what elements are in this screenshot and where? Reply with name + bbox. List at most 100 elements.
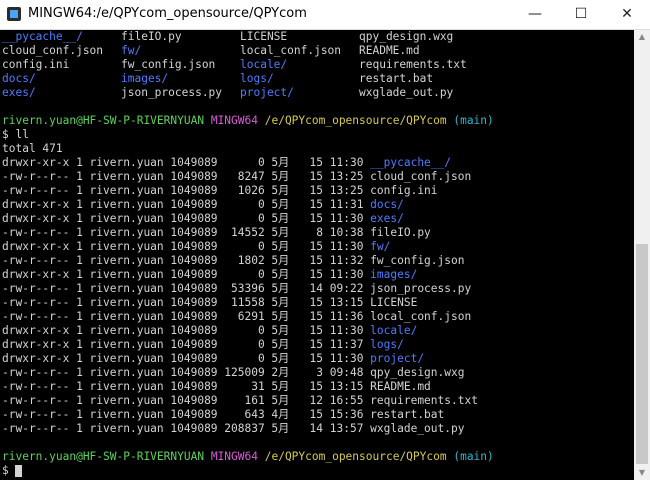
listing-metadata: -rw-r--r-- 1 rivern.yuan 1049089 8247 5月… (2, 170, 371, 183)
file-name: requirements.txt (370, 394, 478, 407)
listing-metadata: drwxr-xr-x 1 rivern.yuan 1049089 0 5月 15… (2, 352, 371, 365)
listing-metadata: drwxr-xr-x 1 rivern.yuan 1049089 0 5月 15… (2, 240, 371, 253)
prompt-user-host: rivern.yuan@HF-SW-P-RIVERNYUAN (2, 114, 205, 127)
listing-metadata: drwxr-xr-x 1 rivern.yuan 1049089 0 5月 15… (2, 198, 371, 211)
listing-row: drwxr-xr-x 1 rivern.yuan 1049089 0 5月 15… (0, 352, 634, 366)
listing-metadata: -rw-r--r-- 1 rivern.yuan 1049089 14552 5… (2, 226, 371, 239)
listing-row: drwxr-xr-x 1 rivern.yuan 1049089 0 5月 15… (0, 240, 634, 254)
listing-row: drwxr-xr-x 1 rivern.yuan 1049089 0 5月 15… (0, 156, 634, 170)
ls-grid-output: __pycache__/ fileIO.py LICENSE qpy_design.w… (0, 30, 634, 100)
listing-metadata: drwxr-xr-x 1 rivern.yuan 1049089 0 5月 15… (2, 212, 371, 225)
prompt-shell: MINGW64 (210, 450, 258, 463)
minimize-button[interactable]: — (512, 0, 558, 29)
directory-name: project/ (370, 352, 425, 365)
listing-row: -rw-r--r-- 1 rivern.yuan 1049089 161 5月 … (0, 394, 634, 408)
directory-name: __pycache__/ (370, 156, 451, 169)
file-entry: qpy_design.wxg (359, 30, 454, 43)
directory-name: logs/ (370, 338, 404, 351)
file-name: qpy_design.wxg (370, 366, 465, 379)
prompt-path: /e/QPYcom_opensource/QPYcom (264, 114, 447, 127)
scroll-down-arrow-icon[interactable]: ▼ (634, 466, 650, 480)
file-name: cloud_conf.json (370, 170, 472, 183)
listing-row: -rw-r--r-- 1 rivern.yuan 1049089 31 5月 1… (0, 380, 634, 394)
title-bar[interactable]: MINGW64:/e/QPYcom_opensource/QPYcom — ☐ … (0, 0, 650, 30)
file-name: fileIO.py (370, 226, 431, 239)
listing-row: -rw-r--r-- 1 rivern.yuan 1049089 208837 … (0, 422, 634, 436)
maximize-button[interactable]: ☐ (558, 0, 604, 29)
text-cursor (15, 465, 23, 477)
listing-row: -rw-r--r-- 1 rivern.yuan 1049089 1802 5月… (0, 254, 634, 268)
directory-entry: locale/ (240, 58, 288, 71)
input-prompt: $ (2, 464, 16, 477)
listing-row: -rw-r--r-- 1 rivern.yuan 1049089 125009 … (0, 366, 634, 380)
directory-entry: __pycache__/ (2, 30, 83, 43)
listing-metadata: -rw-r--r-- 1 rivern.yuan 1049089 643 4月 … (2, 408, 371, 421)
directory-entry: logs/ (240, 72, 274, 85)
listing-row: -rw-r--r-- 1 rivern.yuan 1049089 11558 5… (0, 296, 634, 310)
mingw-app-icon (7, 7, 21, 21)
listing-row: drwxr-xr-x 1 rivern.yuan 1049089 0 5月 15… (0, 268, 634, 282)
close-button[interactable]: ✕ (604, 0, 650, 29)
file-entry: fw_config.json (121, 58, 216, 71)
command-line: $ ll (2, 128, 29, 141)
terminal-window: MINGW64:/e/QPYcom_opensource/QPYcom — ☐ … (0, 0, 650, 480)
directory-name: docs/ (370, 198, 404, 211)
prompt-line: rivern.yuan@HF-SW-P-RIVERNYUAN MINGW64 /… (0, 114, 634, 128)
listing-metadata: -rw-r--r-- 1 rivern.yuan 1049089 208837 … (2, 422, 371, 435)
input-line[interactable]: $ (0, 464, 634, 478)
listing-metadata: drwxr-xr-x 1 rivern.yuan 1049089 0 5月 15… (2, 268, 371, 281)
directory-name: exes/ (370, 212, 404, 225)
listing-row: -rw-r--r-- 1 rivern.yuan 1049089 6291 5月… (0, 310, 634, 324)
file-name: wxglade_out.py (370, 422, 465, 435)
file-entry: local_conf.json (240, 44, 342, 57)
listing-row: -rw-r--r-- 1 rivern.yuan 1049089 8247 5月… (0, 170, 634, 184)
prompt-shell: MINGW64 (210, 114, 258, 127)
directory-name: images/ (370, 268, 418, 281)
scroll-up-arrow-icon[interactable]: ▲ (634, 30, 650, 44)
listing-metadata: -rw-r--r-- 1 rivern.yuan 1049089 53396 5… (2, 282, 371, 295)
file-name: README.md (370, 380, 431, 393)
file-name: json_process.py (370, 282, 472, 295)
listing-row: -rw-r--r-- 1 rivern.yuan 1049089 643 4月 … (0, 408, 634, 422)
window-title: MINGW64:/e/QPYcom_opensource/QPYcom (28, 6, 307, 21)
listing-metadata: -rw-r--r-- 1 rivern.yuan 1049089 31 5月 1… (2, 380, 371, 393)
prompt-branch: (main) (453, 450, 494, 463)
prompt-path: /e/QPYcom_opensource/QPYcom (264, 450, 447, 463)
listing-row: drwxr-xr-x 1 rivern.yuan 1049089 0 5月 15… (0, 212, 634, 226)
file-entry: requirements.txt (359, 58, 467, 71)
file-name: restart.bat (370, 408, 445, 421)
grid-row: cloud_conf.json fw/local_conf.json README.… (0, 44, 634, 58)
terminal-output[interactable]: __pycache__/ fileIO.py LICENSE qpy_design.w… (0, 30, 634, 480)
file-entry: restart.bat (359, 72, 434, 85)
listing-metadata: -rw-r--r-- 1 rivern.yuan 1049089 6291 5月… (2, 310, 371, 323)
listing-row: -rw-r--r-- 1 rivern.yuan 1049089 1026 5月… (0, 184, 634, 198)
listing-metadata: drwxr-xr-x 1 rivern.yuan 1049089 0 5月 15… (2, 156, 371, 169)
vertical-scrollbar[interactable]: ▲ ▼ (634, 30, 650, 480)
directory-name: fw/ (370, 240, 391, 253)
file-entry: fileIO.py (121, 30, 182, 43)
scrollbar-thumb[interactable] (636, 244, 648, 464)
listing-metadata: drwxr-xr-x 1 rivern.yuan 1049089 0 5月 15… (2, 338, 371, 351)
grid-row: __pycache__/ fileIO.py LICENSE qpy_design.w… (0, 30, 634, 44)
file-name: LICENSE (370, 296, 418, 309)
file-name: fw_config.json (370, 254, 465, 267)
file-entry: README.md (359, 44, 420, 57)
prompt-branch: (main) (453, 114, 494, 127)
listing-metadata: drwxr-xr-x 1 rivern.yuan 1049089 0 5月 15… (2, 324, 371, 337)
listing-metadata: -rw-r--r-- 1 rivern.yuan 1049089 125009 … (2, 366, 371, 379)
directory-entry: images/ (121, 72, 169, 85)
directory-entry: docs/ (2, 72, 36, 85)
ll-listing: drwxr-xr-x 1 rivern.yuan 1049089 0 5月 15… (0, 156, 634, 436)
directory-entry: project/ (240, 86, 294, 99)
file-name: local_conf.json (370, 310, 472, 323)
grid-row: config.ini fw_config.json locale/requireme… (0, 58, 634, 72)
listing-row: drwxr-xr-x 1 rivern.yuan 1049089 0 5月 15… (0, 338, 634, 352)
listing-metadata: -rw-r--r-- 1 rivern.yuan 1049089 161 5月 … (2, 394, 371, 407)
file-entry: LICENSE (240, 30, 288, 43)
grid-row: exes/json_process.py project/wxglade_out.… (0, 86, 634, 100)
total-line: total 471 (2, 142, 63, 155)
directory-name: locale/ (370, 324, 418, 337)
directory-entry: fw/ (121, 44, 142, 57)
